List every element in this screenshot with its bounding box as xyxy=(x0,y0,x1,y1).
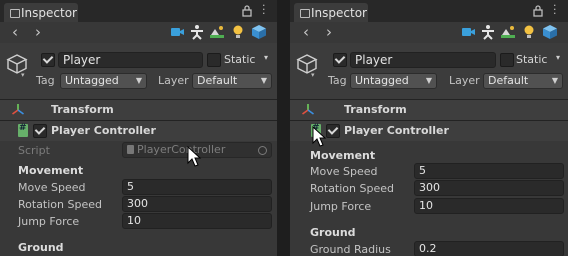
rotation-speed-field[interactable]: 300 xyxy=(414,180,564,196)
jump-force-label: Jump Force xyxy=(18,215,80,228)
light-icon[interactable] xyxy=(521,24,537,40)
chevron-down-icon: ▼ xyxy=(260,76,267,85)
tag-dropdown[interactable]: Untagged ▼ xyxy=(60,73,147,89)
rotation-speed-label: Rotation Speed xyxy=(310,182,394,195)
chevron-down-icon: ▼ xyxy=(135,76,142,85)
tag-dropdown[interactable]: Untagged ▼ xyxy=(350,73,437,89)
tag-dropdown-value: Untagged xyxy=(65,74,119,87)
tab-inspector[interactable]: Inspector xyxy=(294,3,368,22)
landscape-icon[interactable] xyxy=(500,24,516,40)
back-arrow-icon[interactable]: ‹ xyxy=(12,23,18,41)
inspector-toolbar: ‹ › xyxy=(0,22,277,42)
layer-dropdown-value: Default xyxy=(488,74,529,87)
layer-label: Layer xyxy=(158,74,189,87)
transform-icon xyxy=(302,104,314,115)
inspector-toolbar: ‹ › xyxy=(290,22,568,42)
component-enabled-checkbox[interactable] xyxy=(326,124,340,138)
inspector-panel-left: Inspector · · · ‹ › ▾ Player Static ▾ Ta… xyxy=(0,0,277,256)
move-speed-field[interactable]: 5 xyxy=(122,179,272,195)
mouse-cursor xyxy=(312,126,327,147)
tab-label: Inspector xyxy=(21,6,77,20)
player-controller-title: Player Controller xyxy=(344,124,449,137)
tab-label: Inspector xyxy=(311,6,367,20)
object-picker-icon xyxy=(258,146,267,155)
object-name-field[interactable]: Player xyxy=(58,52,203,68)
script-icon xyxy=(18,123,28,137)
object-name-field[interactable]: Player xyxy=(350,52,496,68)
static-dropdown-caret[interactable]: ▾ xyxy=(264,53,268,62)
transform-title: Transform xyxy=(51,103,114,116)
lock-icon[interactable] xyxy=(241,4,253,18)
more-options-icon[interactable]: · · · xyxy=(553,0,559,19)
package-icon[interactable] xyxy=(542,24,558,40)
active-checkbox[interactable] xyxy=(333,53,347,67)
person-icon[interactable] xyxy=(189,24,205,40)
chevron-down-icon: ▼ xyxy=(425,76,432,85)
icon-dropdown-caret[interactable]: ▾ xyxy=(311,71,315,79)
movement-section-header: Movement xyxy=(310,149,376,162)
person-icon[interactable] xyxy=(480,24,496,40)
static-checkbox[interactable] xyxy=(207,53,221,67)
back-arrow-icon[interactable]: ‹ xyxy=(303,23,309,41)
more-options-icon[interactable]: · · · xyxy=(262,0,268,19)
movement-section-header: Movement xyxy=(18,164,84,177)
component-enabled-checkbox[interactable] xyxy=(33,124,47,138)
jump-force-label: Jump Force xyxy=(310,200,372,213)
layer-dropdown[interactable]: Default ▼ xyxy=(483,73,563,89)
layer-label: Layer xyxy=(449,74,480,87)
gameobject-header: ▾ Player Static ▾ Tag Untagged ▼ Layer D… xyxy=(0,43,277,99)
jump-force-field[interactable]: 10 xyxy=(122,213,272,229)
static-label: Static xyxy=(516,53,548,66)
lock-icon[interactable] xyxy=(532,4,544,18)
inspector-panel-right: Inspector · · · ‹ › ▾ Player Static ▾ Ta… xyxy=(290,0,568,256)
ground-radius-label: Ground Radius xyxy=(310,243,391,256)
layer-dropdown[interactable]: Default ▼ xyxy=(192,73,272,89)
mouse-cursor xyxy=(187,146,202,167)
tag-label: Tag xyxy=(36,74,55,87)
forward-arrow-icon[interactable]: › xyxy=(326,23,332,41)
player-controller-header[interactable]: Player Controller xyxy=(0,121,277,141)
move-speed-field[interactable]: 5 xyxy=(414,163,564,179)
move-speed-label: Move Speed xyxy=(18,181,86,194)
transform-icon xyxy=(12,104,24,115)
tab-inspector[interactable]: Inspector xyxy=(4,3,78,22)
chevron-down-icon: ▼ xyxy=(551,76,558,85)
transform-title: Transform xyxy=(344,103,407,116)
player-controller-header[interactable]: Player Controller xyxy=(290,121,568,141)
player-controller-title: Player Controller xyxy=(51,124,156,137)
landscape-icon[interactable] xyxy=(209,24,225,40)
rotation-speed-label: Rotation Speed xyxy=(18,198,102,211)
inspector-tab-icon xyxy=(300,9,310,18)
ground-section-header: Ground xyxy=(18,241,64,254)
active-checkbox[interactable] xyxy=(41,53,55,67)
tab-bar: Inspector · · · xyxy=(0,0,277,23)
light-icon[interactable] xyxy=(230,24,246,40)
gameobject-header: ▾ Player Static ▾ Tag Untagged ▼ Layer D… xyxy=(290,43,568,99)
layer-dropdown-value: Default xyxy=(197,74,238,87)
tab-bar: Inspector · · · xyxy=(290,0,568,23)
transform-component-header[interactable]: Transform xyxy=(290,100,568,120)
ground-radius-field[interactable]: 0.2 xyxy=(414,241,564,256)
move-speed-label: Move Speed xyxy=(310,165,378,178)
static-checkbox[interactable] xyxy=(500,53,514,67)
transform-component-header[interactable]: Transform xyxy=(0,100,277,120)
forward-arrow-icon[interactable]: › xyxy=(35,23,41,41)
ground-section-header: Ground xyxy=(310,226,356,239)
camera-icon[interactable] xyxy=(460,24,476,40)
script-field-value: PlayerController xyxy=(137,143,226,156)
script-file-icon xyxy=(127,145,134,154)
static-label: Static xyxy=(224,53,256,66)
tag-dropdown-value: Untagged xyxy=(355,74,409,87)
package-icon[interactable] xyxy=(251,24,267,40)
tag-label: Tag xyxy=(328,74,347,87)
script-label: Script xyxy=(18,144,50,157)
jump-force-field[interactable]: 10 xyxy=(414,198,564,214)
rotation-speed-field[interactable]: 300 xyxy=(122,196,272,212)
camera-icon[interactable] xyxy=(169,24,185,40)
inspector-tab-icon xyxy=(10,9,20,18)
static-dropdown-caret[interactable]: ▾ xyxy=(556,53,560,62)
icon-dropdown-caret[interactable]: ▾ xyxy=(21,71,25,79)
